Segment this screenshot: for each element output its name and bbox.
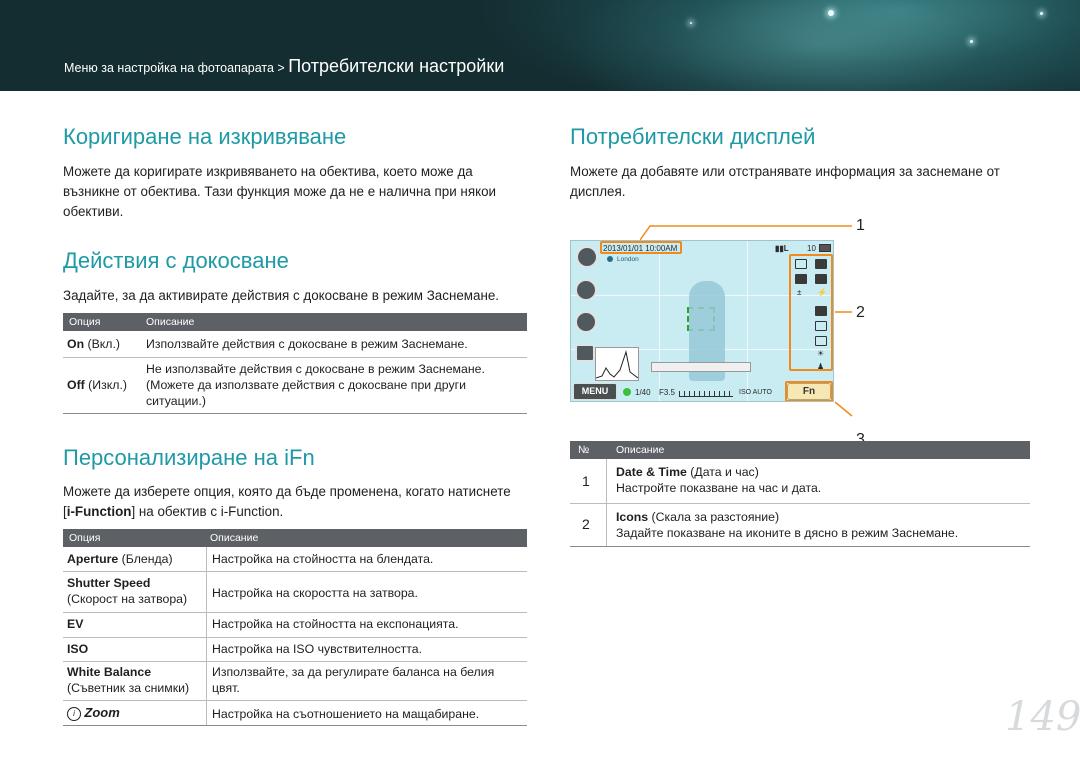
text-line: обективи. <box>63 204 124 219</box>
status-dot-icon <box>623 388 631 396</box>
page-number: 149 <box>1005 694 1080 740</box>
table-cell-description: Настройка на стойността на експонацията. <box>212 617 459 631</box>
section-title-touch: Действия с докосване <box>63 248 289 273</box>
camera-mode-button <box>575 279 597 301</box>
histogram-graph <box>595 350 639 379</box>
sparkle <box>970 40 973 43</box>
histogram <box>595 347 639 381</box>
table-header: Опция Описание <box>63 313 527 331</box>
table-divider <box>63 637 527 638</box>
table-cell-option: Shutter Speed (Скорост на затвора) <box>67 576 188 606</box>
table-cell-option: On (Вкл.) <box>67 337 120 351</box>
row-number: 2 <box>582 516 590 532</box>
table-cell-option: White Balance (Съветник за снимки) <box>67 665 190 695</box>
section-title-distortion: Коригиране на изкривяване <box>63 124 347 149</box>
table-column-divider <box>206 547 207 725</box>
section-title-custom-display: Потребителски дисплей <box>570 124 816 149</box>
table-cell-description: Използвайте, за да регулирате баланса на… <box>212 665 495 695</box>
location-label: London <box>617 256 639 263</box>
col-description: Описание <box>210 532 259 544</box>
banner-glow <box>560 0 1080 91</box>
col-option: Опция <box>69 316 101 328</box>
table-divider <box>570 503 1030 504</box>
callout-1: 1 <box>856 217 865 234</box>
table-cell-description: Настройка на стойността на блендата. <box>212 552 434 566</box>
touch-text: Задайте, за да активирате действия с док… <box>63 288 500 303</box>
i-function-icon: i <box>67 706 81 721</box>
table-header: Опция Описание <box>63 529 527 547</box>
table-cell-description: Date & Time (Дата и час) Настройте показ… <box>616 465 822 495</box>
table-cell-option: EV <box>67 617 84 631</box>
table-cell-description: Не използвайте действия с докосване в ре… <box>146 362 485 408</box>
breadcrumb: Меню за настройка на фотоапарата > Потре… <box>64 56 504 77</box>
table-cell-description: Използвайте действия с докосване в режим… <box>146 337 468 351</box>
scene-mode-button <box>576 246 598 268</box>
section-title-ifn: Персонализиране на iFn <box>63 445 315 470</box>
table-cell-option: ISO <box>67 642 89 656</box>
sparkle <box>828 10 834 16</box>
effect-button <box>575 311 597 333</box>
table-cell-option: i Zoom <box>67 705 120 721</box>
text-line: възникне от обектива. Тази функция може … <box>63 184 497 199</box>
table-cell-description: Настройка на скоростта на затвора. <box>212 586 418 600</box>
table-divider <box>63 612 527 613</box>
table-divider <box>63 571 527 572</box>
breadcrumb-current: Потребителски настройки <box>288 56 505 76</box>
table-cell-description: Icons (Скала за разстояние) Задайте пока… <box>616 510 959 540</box>
custom-display-text: Можете да добавяте или отстранявате инфо… <box>570 164 1000 199</box>
table-cell-option: Off (Изкл.) <box>67 378 127 392</box>
col-description: Описание <box>616 444 665 456</box>
sparkle <box>690 22 692 24</box>
row-number: 1 <box>582 473 590 489</box>
display-button <box>575 344 595 362</box>
table-divider <box>63 357 527 358</box>
table-header: № Описание <box>570 441 1030 459</box>
table-cell-description: Настройка на съотношението на мащабиране… <box>212 707 480 721</box>
ifn-text: Можете да изберете опция, която да бъде … <box>63 484 511 519</box>
table-column-divider <box>606 459 607 546</box>
table-end <box>63 413 527 414</box>
table-cell-option: Aperture (Бленда) <box>67 552 173 566</box>
location-pin-icon <box>607 256 613 262</box>
breadcrumb-parent[interactable]: Меню за настройка на фотоапарата > <box>64 61 288 75</box>
table-end <box>63 725 527 726</box>
header-banner: Меню за настройка на фотоапарата > Потре… <box>0 0 1080 91</box>
distortion-text: Можете да коригирате изкривяването на об… <box>63 162 533 222</box>
table-end <box>570 546 1030 547</box>
sparkle <box>1040 12 1043 15</box>
table-divider <box>63 661 527 662</box>
col-description: Описание <box>146 316 195 328</box>
table-cell-description: Настройка на ISO чувствителността. <box>212 642 422 656</box>
text-line: Можете да коригирате изкривяването на об… <box>63 164 473 179</box>
callout-lines <box>640 225 853 417</box>
table-divider <box>63 700 527 701</box>
callout-2: 2 <box>856 304 865 321</box>
menu-button: MENU <box>573 383 617 400</box>
col-option: Опция <box>69 532 101 544</box>
col-number: № <box>578 444 590 456</box>
